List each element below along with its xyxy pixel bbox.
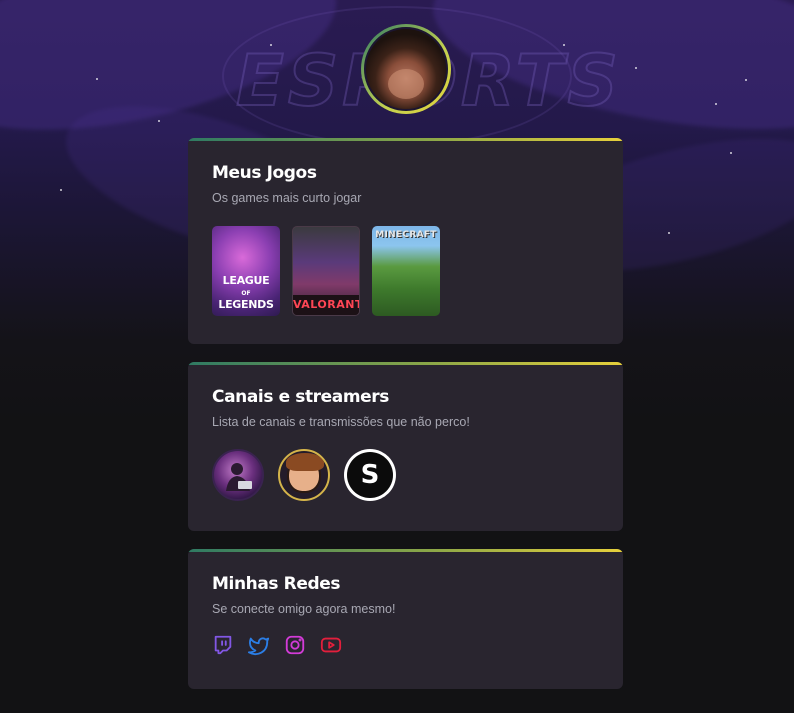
channel-logo-icon: S: [347, 452, 393, 498]
channels-card: Canais e streamers Lista de canais e tra…: [188, 362, 623, 531]
streamer-avatar-3[interactable]: S: [344, 449, 396, 501]
profile-avatar[interactable]: [361, 24, 451, 114]
social-card-title: Minhas Redes: [212, 574, 341, 594]
cartoon-face-icon: [286, 453, 324, 493]
instagram-icon: [285, 635, 305, 655]
social-card: Minhas Redes Se conecte omigo agora mesm…: [188, 549, 623, 689]
game-league-of-legends[interactable]: LEAGUE OF LEGENDS: [212, 226, 280, 316]
streamer-avatar-2[interactable]: [278, 449, 330, 501]
youtube-icon: [320, 637, 342, 653]
games-list: LEAGUE OF LEGENDS VALORANT MINECRAFT: [212, 226, 599, 316]
channels-card-title: Canais e streamers: [212, 387, 390, 407]
profile-photo: [364, 27, 448, 111]
twitch-icon: [214, 635, 232, 655]
streamer-avatar-1[interactable]: [212, 449, 264, 501]
games-card: Meus Jogos Os games mais curto jogar LEA…: [188, 138, 623, 344]
games-card-subtitle: Os games mais curto jogar: [212, 191, 362, 205]
channels-card-subtitle: Lista de canais e transmissões que não p…: [212, 415, 470, 429]
social-links: [212, 634, 599, 656]
youtube-link[interactable]: [320, 634, 342, 656]
instagram-link[interactable]: [284, 634, 306, 656]
twitter-icon: [248, 637, 270, 656]
game-label: MINECRAFT: [375, 230, 437, 240]
game-valorant[interactable]: VALORANT: [292, 226, 360, 316]
game-label: VALORANT: [293, 295, 359, 315]
twitter-link[interactable]: [248, 634, 270, 656]
channels-list: S: [212, 449, 599, 501]
streamer-silhouette-icon: [226, 463, 252, 491]
game-label: LEAGUE OF LEGENDS: [218, 274, 274, 311]
games-card-title: Meus Jogos: [212, 163, 317, 183]
twitch-link[interactable]: [212, 634, 234, 656]
game-minecraft[interactable]: MINECRAFT: [372, 226, 440, 316]
social-card-subtitle: Se conecte omigo agora mesmo!: [212, 602, 396, 616]
